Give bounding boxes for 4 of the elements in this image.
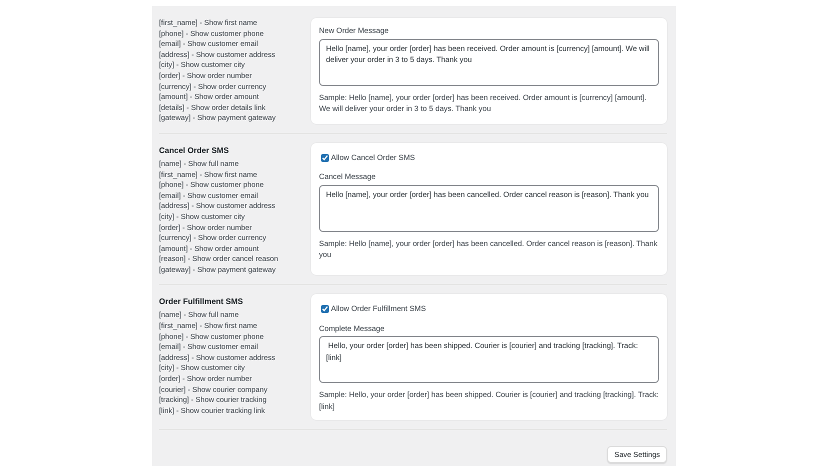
- section-title: Cancel Order SMS: [159, 146, 230, 156]
- allow-checkbox[interactable]: [321, 154, 329, 162]
- allow-checkbox[interactable]: [321, 305, 329, 314]
- section-title: Order Fulfillment SMS: [159, 297, 244, 308]
